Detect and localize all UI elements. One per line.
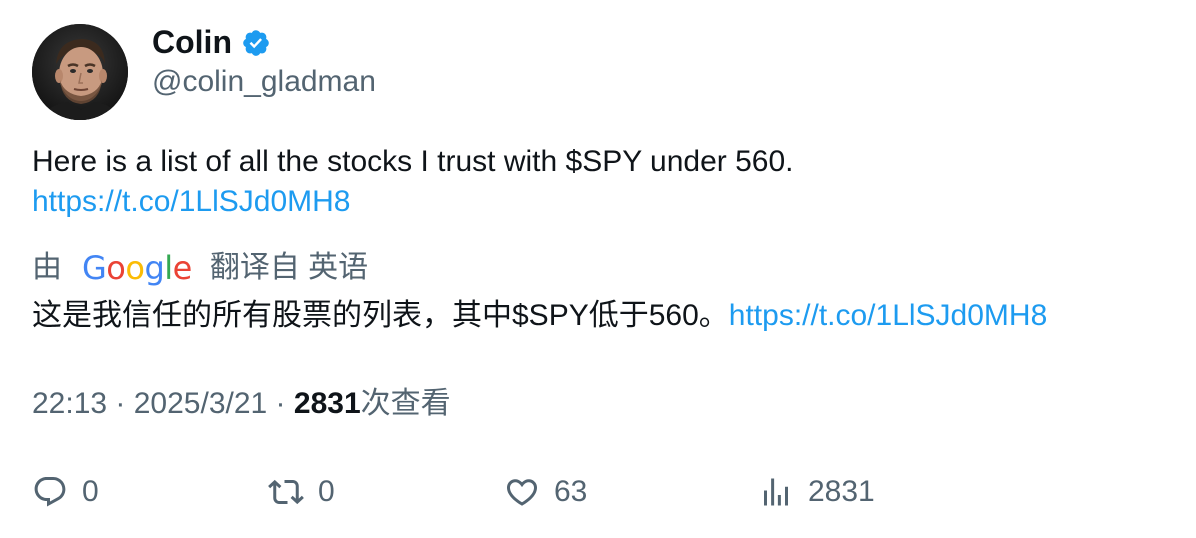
reply-button[interactable]: 0	[32, 470, 99, 514]
verified-badge-icon[interactable]	[241, 27, 271, 57]
translation-link[interactable]: https://t.co/1LlSJd0MH8	[729, 299, 1048, 332]
translation-prefix: 由	[32, 251, 62, 284]
views-label: 次查看	[360, 387, 451, 420]
translation-text: 这是我信任的所有股票的列表，其中$SPY低于560。	[32, 299, 729, 332]
reply-count: 0	[82, 475, 99, 508]
translation-suffix: 翻译自 英语	[209, 251, 369, 284]
tweet-time[interactable]: 22:13	[32, 387, 107, 420]
views-count: 2831	[293, 387, 361, 420]
meta-separator: ·	[267, 387, 294, 420]
avatar-portrait-image	[32, 24, 128, 120]
analytics-button[interactable]: 2831	[758, 470, 875, 514]
tweet-link[interactable]: https://t.co/1LlSJd0MH8	[32, 185, 351, 218]
heart-icon	[506, 479, 538, 506]
author-display-name[interactable]: Colin	[152, 22, 271, 62]
meta-separator: ·	[107, 387, 134, 420]
like-count: 63	[554, 475, 588, 508]
action-bar: 0 0 63 2831	[0, 470, 1196, 514]
reply-icon	[34, 477, 66, 507]
views-action-count: 2831	[808, 475, 875, 508]
translation-body: 这是我信任的所有股票的列表，其中$SPY低于560。https://t.co/1…	[32, 295, 1047, 337]
translation-attribution: 由 Google 翻译自 英语	[32, 247, 368, 289]
retweet-count: 0	[318, 475, 335, 508]
tweet-card: Colin @colin_gladman Here is a list of a…	[0, 0, 1196, 538]
tweet-body: Here is a list of all the stocks I trust…	[32, 142, 1162, 222]
retweet-icon	[268, 479, 304, 505]
tweet-text: Here is a list of all the stocks I trust…	[32, 145, 794, 178]
retweet-button[interactable]: 0	[268, 470, 335, 514]
google-logo[interactable]: Google	[82, 247, 192, 289]
tweet-date[interactable]: 2025/3/21	[134, 387, 267, 420]
tweet-meta: 22:13 · 2025/3/21 · 2831次查看	[32, 384, 451, 424]
avatar[interactable]	[32, 24, 128, 120]
author-handle[interactable]: @colin_gladman	[152, 62, 376, 102]
author-name-text[interactable]: Colin	[152, 22, 232, 62]
analytics-icon	[764, 478, 788, 506]
like-button[interactable]: 63	[504, 470, 587, 514]
